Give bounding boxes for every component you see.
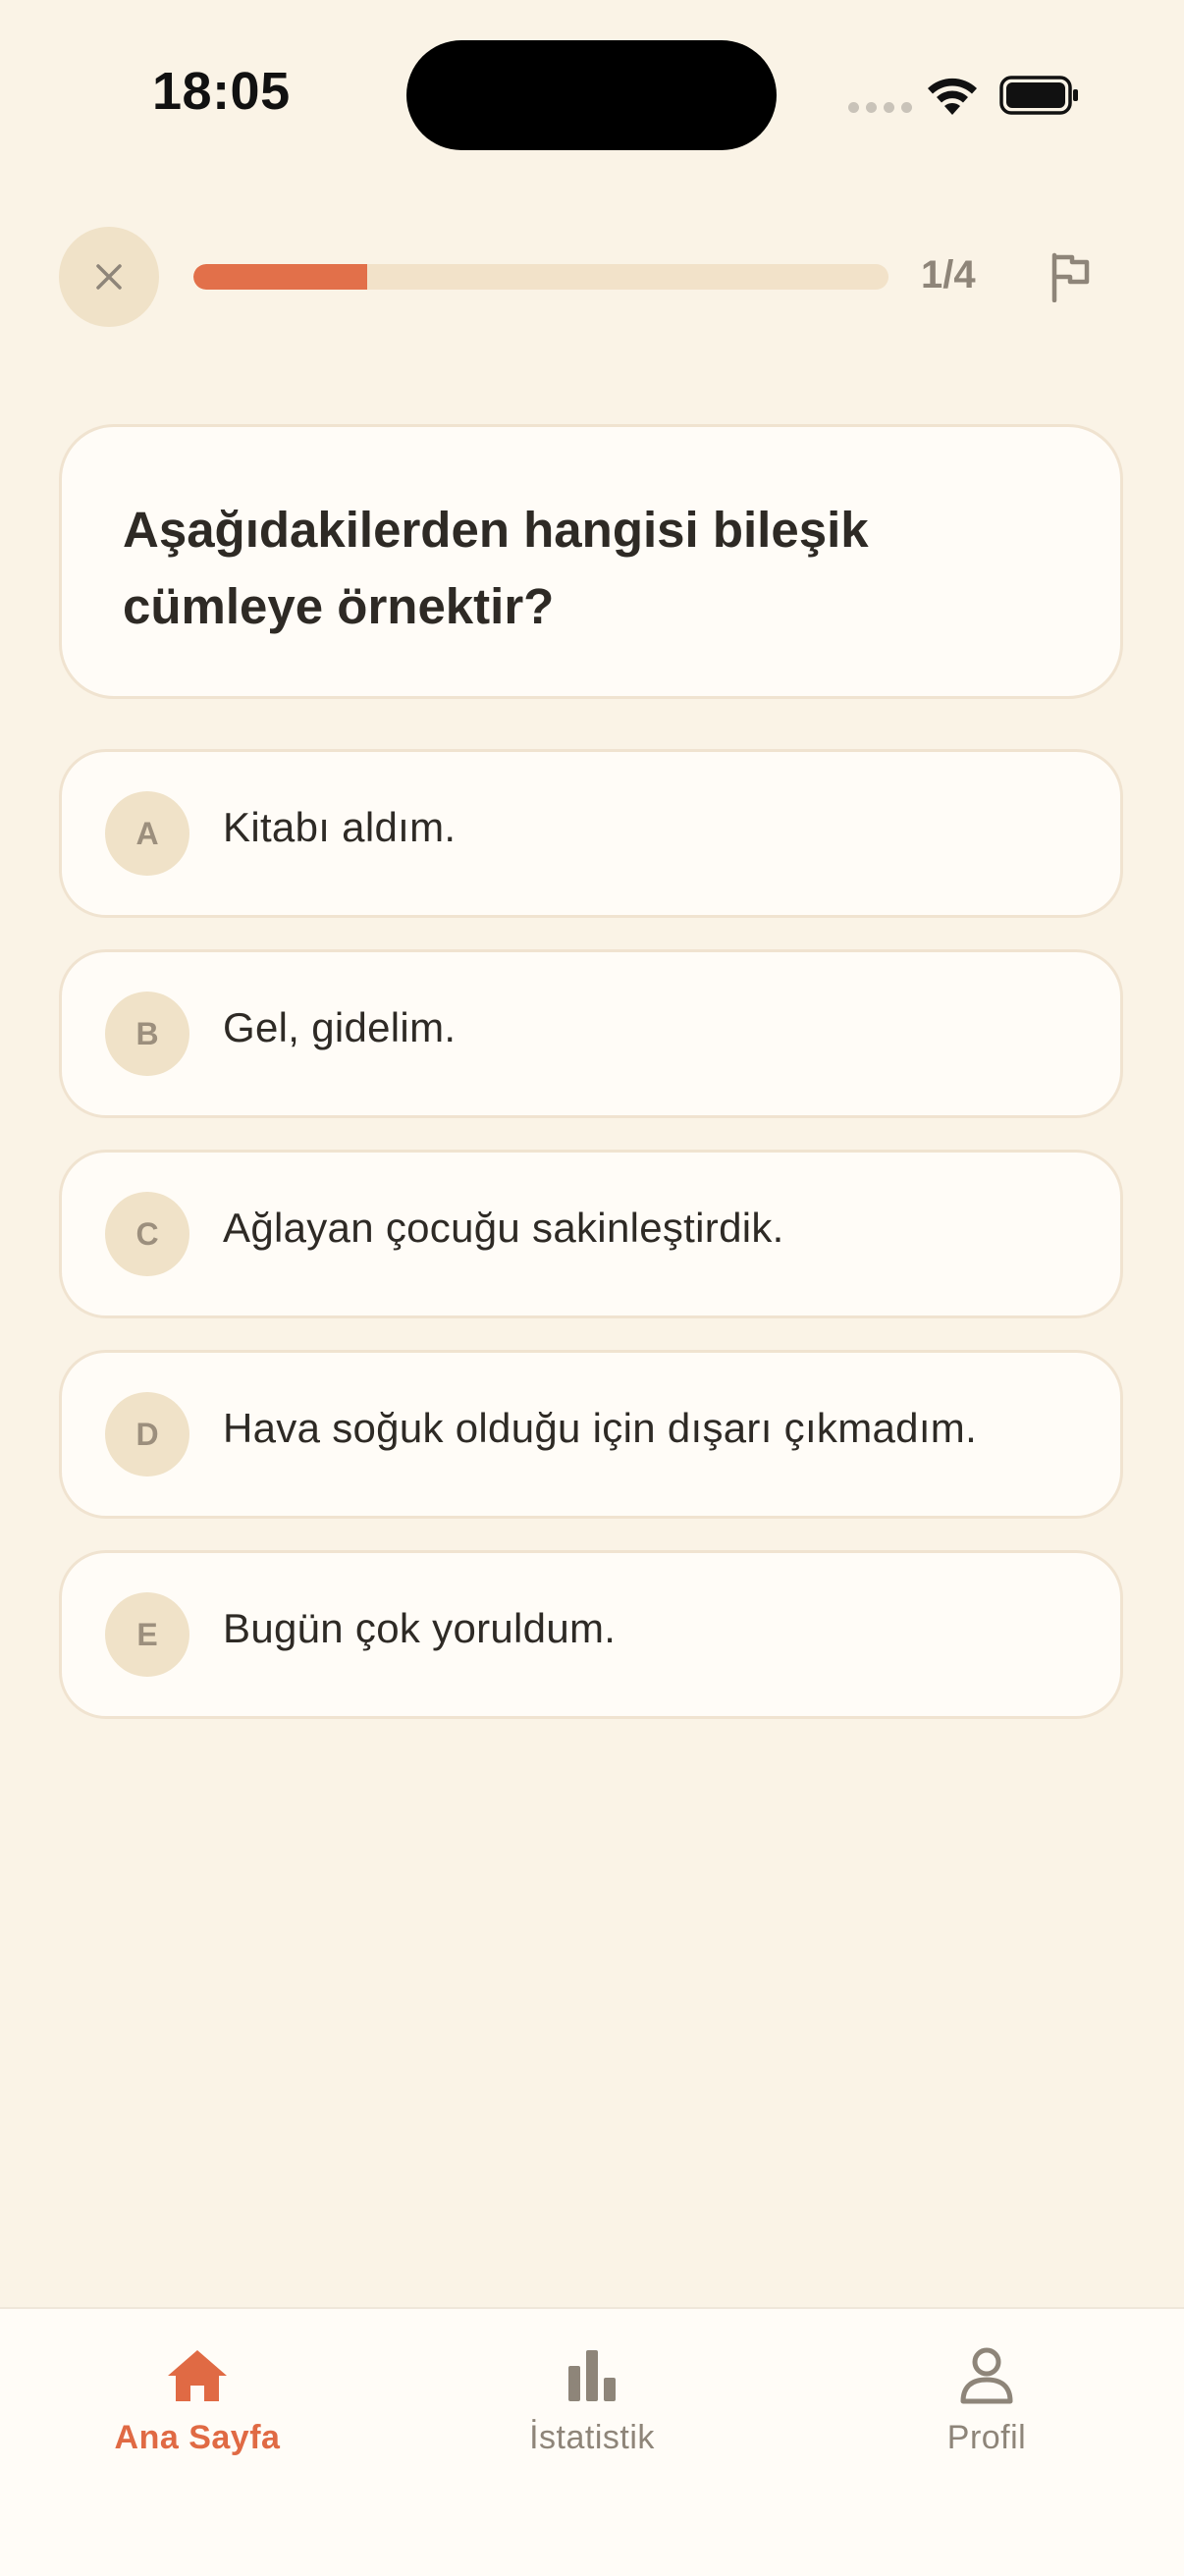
close-button[interactable] <box>59 227 159 327</box>
option-letter-badge: B <box>105 992 189 1076</box>
option-letter-badge: E <box>105 1592 189 1677</box>
question-text: Aşağıdakilerden hangisi bileşik cümleye … <box>123 502 869 634</box>
answer-option-c[interactable]: C Ağlayan çocuğu sakinleştirdik. <box>59 1150 1123 1318</box>
answer-option-b[interactable]: B Gel, gidelim. <box>59 949 1123 1118</box>
close-icon <box>96 264 122 290</box>
status-bar: 18:05 <box>0 0 1184 187</box>
wifi-icon <box>928 78 977 115</box>
status-time: 18:05 <box>152 62 291 121</box>
progress-bar <box>193 264 888 290</box>
cellular-signal-icon <box>848 102 912 113</box>
progress-bar-fill <box>193 264 367 290</box>
answer-option-e[interactable]: E Bugün çok yoruldum. <box>59 1550 1123 1719</box>
tab-label: Profil <box>946 2419 1027 2456</box>
person-icon <box>960 2347 1013 2404</box>
option-text: Hava soğuk olduğu için dışarı çıkmadım. <box>223 1405 978 1451</box>
report-flag-button[interactable] <box>1039 245 1102 308</box>
tab-profile[interactable]: Profil <box>789 2338 1184 2476</box>
option-text: Ağlayan çocuğu sakinleştirdik. <box>223 1205 784 1251</box>
progress-count: 1/4 <box>921 253 976 296</box>
option-letter-badge: D <box>105 1392 189 1476</box>
option-text: Gel, gidelim. <box>223 1004 457 1050</box>
tab-label: İstatistik <box>529 2419 655 2456</box>
option-letter-badge: A <box>105 791 189 876</box>
option-letter-badge: C <box>105 1192 189 1276</box>
tab-statistics[interactable]: İstatistik <box>395 2338 789 2476</box>
tab-label: Ana Sayfa <box>114 2419 281 2456</box>
dynamic-island <box>406 40 777 150</box>
answer-option-d[interactable]: D Hava soğuk olduğu için dışarı çıkmadım… <box>59 1350 1123 1519</box>
tab-home[interactable]: Ana Sayfa <box>0 2338 395 2476</box>
home-icon <box>168 2350 227 2401</box>
option-text: Bugün çok yoruldum. <box>223 1605 617 1651</box>
bottom-tab-bar: Ana Sayfa İstatistik Profil <box>0 2307 1184 2576</box>
option-text: Kitabı aldım. <box>223 804 457 850</box>
battery-icon <box>999 76 1078 115</box>
bar-chart-icon <box>568 2350 616 2401</box>
flag-icon <box>1051 252 1090 302</box>
answer-option-a[interactable]: A Kitabı aldım. <box>59 749 1123 918</box>
question-card: Aşağıdakilerden hangisi bileşik cümleye … <box>59 424 1123 699</box>
